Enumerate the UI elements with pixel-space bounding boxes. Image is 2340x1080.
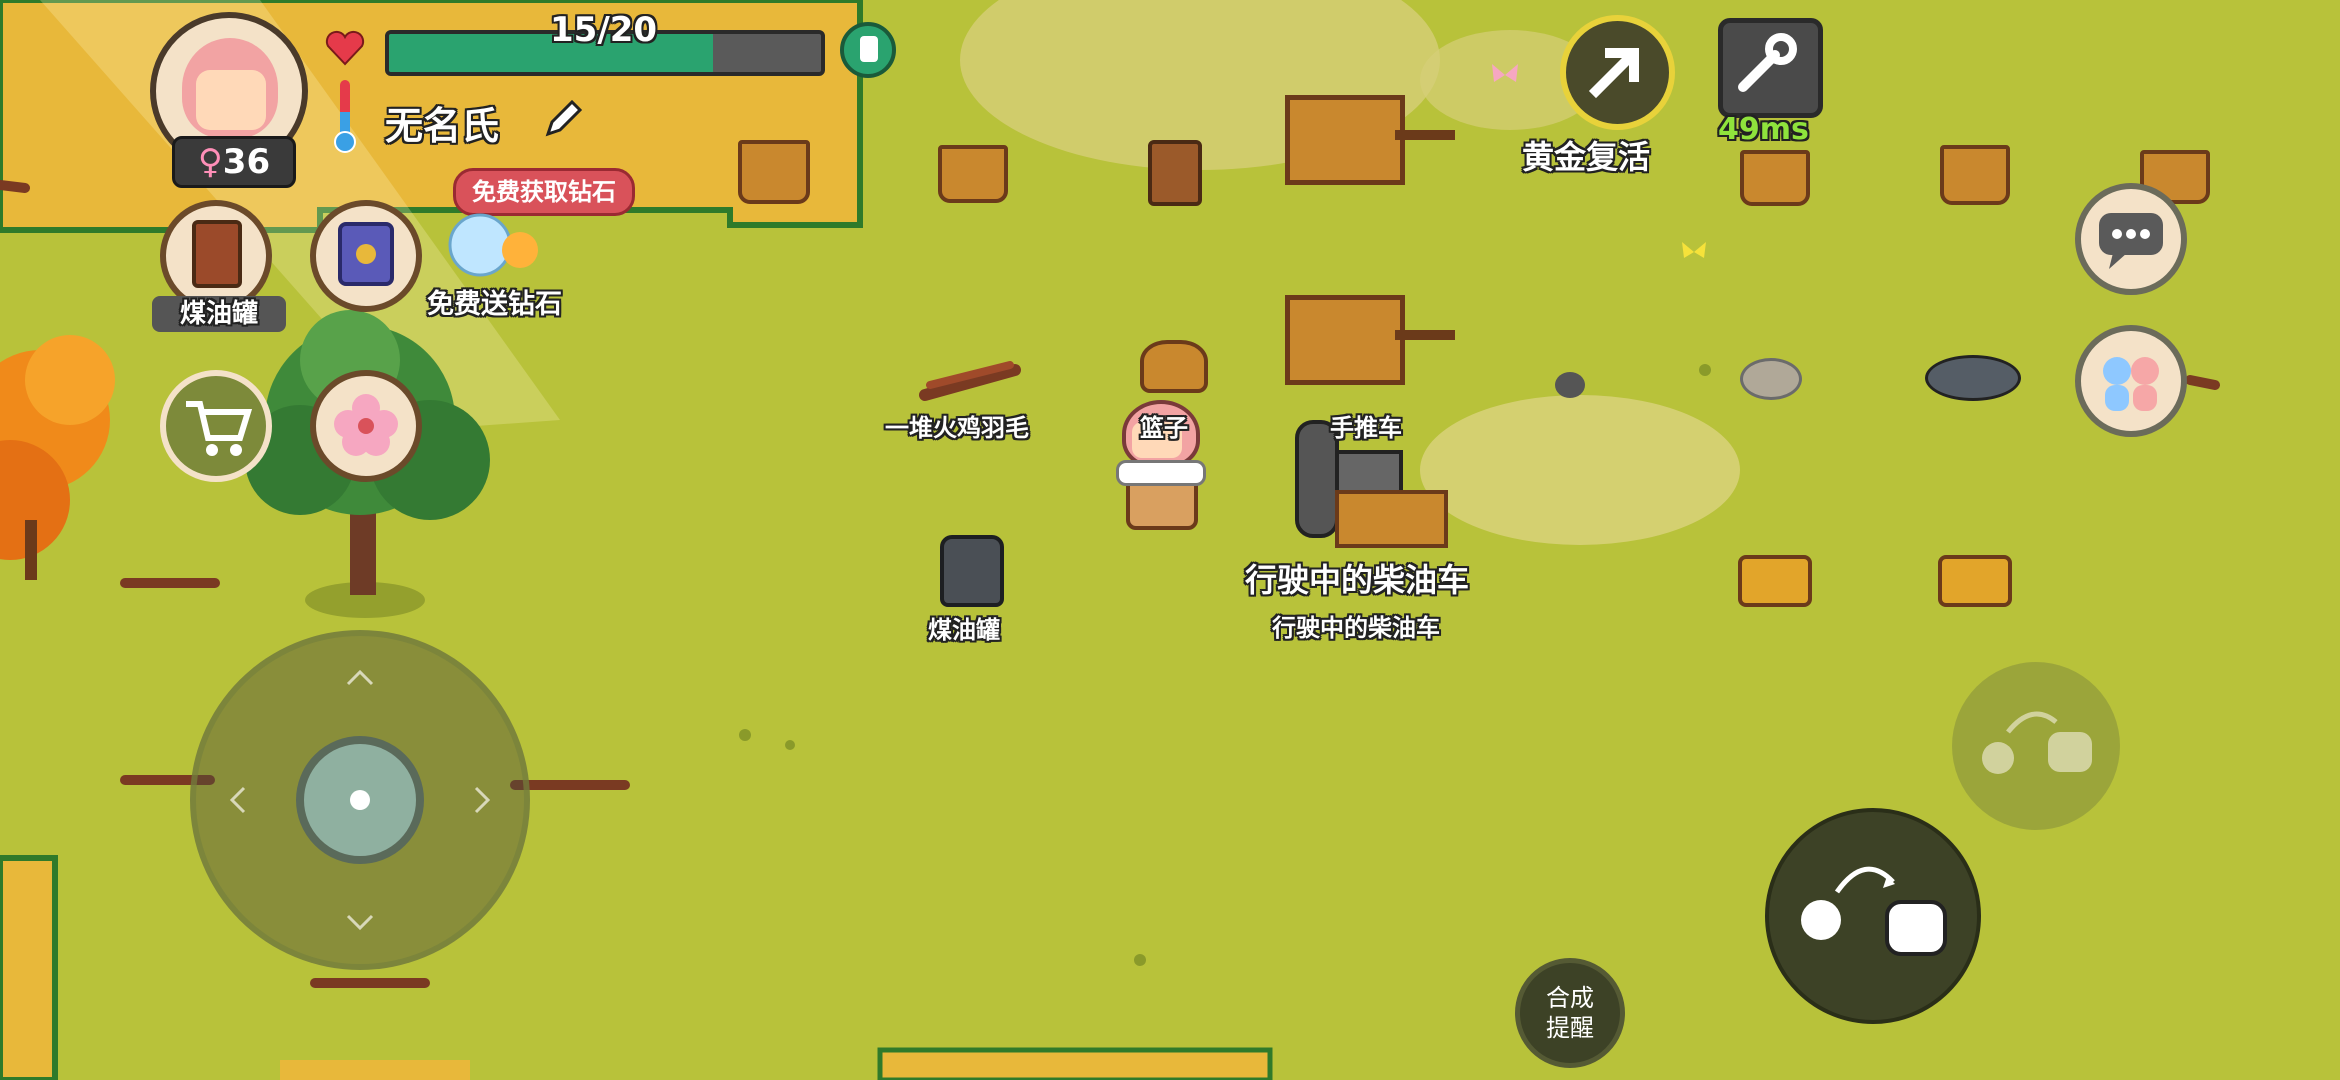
- get-diamonds-text: 免费获取钻石: [472, 178, 616, 206]
- autumn-tree: [0, 335, 115, 580]
- age-badge: ♀36: [172, 136, 296, 188]
- basket-item[interactable]: [738, 140, 810, 204]
- label-diesel-truck-sub: 行驶中的柴油车: [1272, 614, 1440, 642]
- joystick-thumb[interactable]: [296, 736, 424, 864]
- sand-patch-bottom-left: [0, 855, 58, 1080]
- arrow-up-right-icon: [1588, 47, 1640, 99]
- small-rock: [1555, 372, 1585, 398]
- handcart-top-handle: [1395, 130, 1455, 140]
- pencil-icon[interactable]: [540, 98, 584, 142]
- joystick-thumb-center: [350, 790, 370, 810]
- recipe-book-icon: [338, 222, 394, 286]
- hotbar-slot-text: 煤油罐: [179, 299, 258, 329]
- golden-revive-button[interactable]: [1560, 15, 1675, 130]
- throw-hand-icon: [1982, 711, 2092, 774]
- sand-strip-bottom-1: [280, 1060, 470, 1080]
- heart-icon: [325, 30, 365, 66]
- hay-bundle[interactable]: [1738, 555, 1812, 607]
- use-item-button[interactable]: [1765, 808, 1981, 1024]
- throw-grab-button[interactable]: [1952, 662, 2120, 830]
- book-icon: [192, 220, 242, 288]
- basket-item[interactable]: [938, 145, 1008, 203]
- gender-icon: ♀: [197, 142, 223, 182]
- game-world[interactable]: 一堆火鸡羽毛 篮子 手推车 行驶中的柴油车 行驶中的柴油车 煤油罐 ♀36 15…: [0, 0, 2340, 1080]
- friends-button[interactable]: [2075, 325, 2187, 437]
- shopping-cart-icon: [186, 401, 253, 456]
- handcart[interactable]: [1285, 295, 1405, 385]
- basket-item[interactable]: [1940, 145, 2010, 205]
- golden-revive-label: 黄金复活: [1522, 138, 1651, 176]
- settings-button[interactable]: [1718, 18, 1823, 118]
- basket-on-head: [1140, 340, 1208, 393]
- avatar-skin: [196, 70, 266, 130]
- thermometer-icon: [334, 80, 356, 153]
- butterfly-icon: [1682, 242, 1706, 258]
- blossom-button[interactable]: [310, 370, 422, 482]
- chat-bubble-icon: [2099, 213, 2163, 269]
- flint-pile[interactable]: [1925, 355, 2021, 401]
- barrel-item[interactable]: [1148, 140, 1202, 206]
- butterfly-icon: [1492, 64, 1518, 82]
- two-people-icon: [2103, 357, 2159, 411]
- craft-reminder-text: 合成 提醒: [1546, 984, 1594, 1042]
- recipe-book-button[interactable]: [310, 200, 422, 312]
- free-diamonds-label[interactable]: 免费送钻石: [427, 282, 562, 321]
- pale-grass-patch-middle: [1420, 395, 1740, 545]
- player-name: 无名氏: [385, 104, 500, 148]
- wrench-icon: [1738, 33, 1797, 92]
- hotbar-slot-label: 煤油罐: [152, 296, 286, 332]
- handcart-top[interactable]: [1285, 95, 1405, 185]
- chat-button[interactable]: [2075, 183, 2187, 295]
- backpack-button[interactable]: [840, 22, 896, 78]
- blossom-icon: [334, 394, 398, 456]
- health-text: 15/20: [550, 10, 658, 50]
- handcart-handle: [1395, 330, 1455, 340]
- virtual-joystick[interactable]: [190, 630, 530, 970]
- craft-reminder-button[interactable]: 合成 提醒: [1515, 958, 1625, 1068]
- backpack-icon: [860, 36, 878, 62]
- stone-pile[interactable]: [1740, 358, 1802, 400]
- age-value: 36: [222, 142, 271, 182]
- basket-item[interactable]: [1740, 150, 1810, 206]
- shop-button[interactable]: [160, 370, 272, 482]
- label-kerosene-can: 煤油罐: [928, 616, 1000, 644]
- turkey-feathers-pile: [919, 361, 1021, 401]
- label-handcart: 手推车: [1330, 414, 1402, 442]
- label-turkey-feathers: 一堆火鸡羽毛: [885, 414, 1029, 442]
- ping-text: 49ms: [1718, 112, 1809, 147]
- kerosene-can[interactable]: [940, 535, 1004, 607]
- sand-strip-bottom-2: [877, 1047, 1273, 1080]
- label-diesel-truck-main: 行驶中的柴油车: [1245, 561, 1470, 599]
- label-basket: 篮子: [1140, 414, 1188, 442]
- hay-bundle[interactable]: [1938, 555, 2012, 607]
- throw-grab-icon: [1801, 866, 1947, 956]
